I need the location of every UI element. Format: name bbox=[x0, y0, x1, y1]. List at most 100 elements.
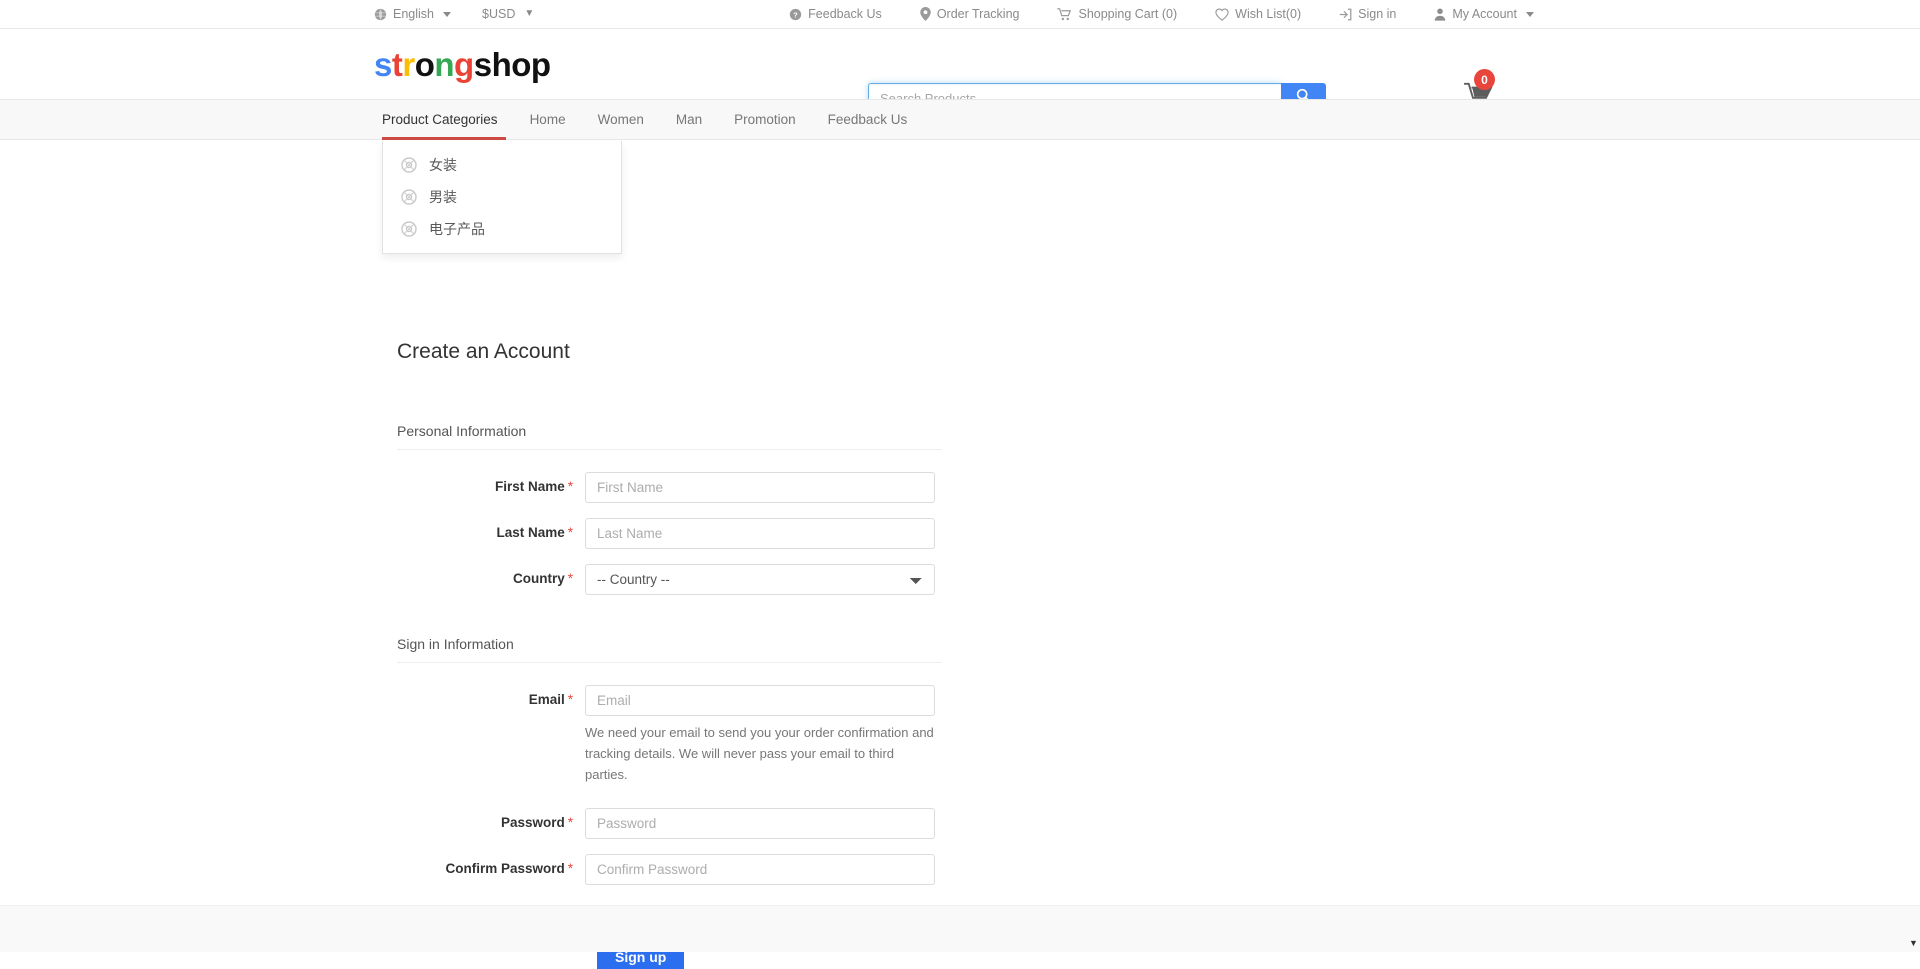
required-marker: * bbox=[568, 861, 573, 876]
shopping-cart-link[interactable]: Shopping Cart (0) bbox=[1057, 7, 1177, 21]
dropdown-item-men-clothing[interactable]: 男装 bbox=[383, 181, 621, 213]
chevron-down-icon bbox=[443, 12, 451, 17]
form-row-password: Password* bbox=[397, 808, 942, 839]
form-row-email: Email* We need your email to send you yo… bbox=[397, 685, 942, 785]
globe-icon bbox=[374, 8, 387, 21]
my-account-label: My Account bbox=[1452, 7, 1517, 21]
last-name-label: Last Name * bbox=[397, 518, 585, 540]
dropdown-item-label: 女装 bbox=[429, 155, 457, 175]
first-name-label: First Name* bbox=[397, 472, 585, 494]
dropdown-item-women-clothing[interactable]: 女装 bbox=[383, 149, 621, 181]
question-circle-icon: ? bbox=[789, 8, 802, 21]
logo-letter-0: s bbox=[374, 46, 392, 83]
logo-letter-9: p bbox=[531, 46, 551, 83]
nav-label: Product Categories bbox=[382, 112, 498, 127]
email-help-text: We need your email to send you your orde… bbox=[585, 723, 935, 785]
logo-letter-2: r bbox=[402, 46, 414, 83]
heart-icon bbox=[1215, 8, 1229, 21]
product-categories-dropdown: 女装 男装 电子产品 bbox=[382, 141, 622, 254]
logo-letter-8: o bbox=[511, 46, 531, 83]
nav-item-product-categories[interactable]: Product Categories bbox=[374, 100, 514, 139]
nav-label: Feedback Us bbox=[828, 112, 908, 127]
nav-item-home[interactable]: Home bbox=[514, 100, 582, 139]
topbar-right-group: ? Feedback Us Order Tracking Shopping Ca… bbox=[789, 7, 1534, 21]
sign-in-link[interactable]: Sign in bbox=[1339, 7, 1396, 21]
svg-text:?: ? bbox=[793, 10, 798, 19]
email-input[interactable] bbox=[585, 685, 935, 716]
cart-icon bbox=[1057, 8, 1072, 21]
form-row-country: Country* -- Country -- bbox=[397, 564, 942, 595]
order-tracking-link[interactable]: Order Tracking bbox=[920, 7, 1020, 21]
registration-form: Personal Information First Name* Last Na… bbox=[397, 423, 942, 969]
required-marker: * bbox=[568, 815, 573, 830]
email-field-wrap: We need your email to send you your orde… bbox=[585, 685, 942, 785]
currency-selector[interactable]: $USD ▼ bbox=[482, 7, 534, 21]
label-text: Country bbox=[513, 571, 565, 586]
broken-image-icon bbox=[401, 189, 417, 205]
confirm-password-field-wrap bbox=[585, 854, 942, 885]
sign-in-label: Sign in bbox=[1358, 7, 1396, 21]
broken-image-icon bbox=[401, 157, 417, 173]
label-text: Email bbox=[529, 692, 565, 707]
my-account-menu[interactable]: My Account bbox=[1434, 7, 1534, 21]
page-content: Create an Account Personal Information F… bbox=[0, 140, 1920, 952]
dropdown-item-electronics[interactable]: 电子产品 bbox=[383, 213, 621, 245]
password-input[interactable] bbox=[585, 808, 935, 839]
dropdown-item-label: 电子产品 bbox=[429, 219, 485, 239]
topbar-left-group: English $USD ▼ bbox=[374, 7, 534, 21]
form-row-confirm-password: Confirm Password* bbox=[397, 854, 942, 885]
first-name-field-wrap bbox=[585, 472, 942, 503]
logo-letter-4: n bbox=[434, 46, 454, 83]
required-marker: * bbox=[568, 571, 573, 586]
wish-list-link[interactable]: Wish List(0) bbox=[1215, 7, 1301, 21]
last-name-input[interactable] bbox=[585, 518, 935, 549]
cart-count-badge: 0 bbox=[1474, 69, 1495, 90]
user-icon bbox=[1434, 8, 1446, 21]
confirm-password-input[interactable] bbox=[585, 854, 935, 885]
last-name-field-wrap bbox=[585, 518, 942, 549]
feedback-us-link[interactable]: ? Feedback Us bbox=[789, 7, 882, 21]
top-utility-bar: English $USD ▼ ? Feedback Us Order Track… bbox=[0, 0, 1920, 29]
country-label: Country* bbox=[397, 564, 585, 586]
scroll-marker-icon: ▼ bbox=[1909, 939, 1918, 948]
password-field-wrap bbox=[585, 808, 942, 839]
section-heading-signin-information: Sign in Information bbox=[397, 636, 942, 663]
nav-label: Women bbox=[598, 112, 644, 127]
required-marker: * bbox=[568, 479, 573, 494]
language-selector[interactable]: English bbox=[374, 7, 451, 21]
confirm-password-label: Confirm Password* bbox=[397, 854, 585, 876]
email-label: Email* bbox=[397, 685, 585, 707]
main-navigation: Product Categories Home Women Man Promot… bbox=[0, 99, 1920, 140]
map-pin-icon bbox=[920, 7, 931, 21]
country-field-wrap: -- Country -- bbox=[585, 564, 942, 595]
required-marker: * bbox=[568, 525, 573, 540]
site-header: strongshop 0 Cart bbox=[0, 29, 1920, 99]
section-heading-personal-information: Personal Information bbox=[397, 423, 942, 450]
label-text: First Name bbox=[495, 479, 565, 494]
logo-letter-7: h bbox=[492, 46, 512, 83]
nav-label: Promotion bbox=[734, 112, 796, 127]
broken-image-icon bbox=[401, 221, 417, 237]
caret-down-icon: ▼ bbox=[524, 9, 534, 19]
nav-item-promotion[interactable]: Promotion bbox=[718, 100, 812, 139]
logo-letter-3: o bbox=[415, 46, 435, 83]
form-row-last-name: Last Name * bbox=[397, 518, 942, 549]
currency-label: $USD bbox=[482, 7, 515, 21]
first-name-input[interactable] bbox=[585, 472, 935, 503]
country-select[interactable]: -- Country -- bbox=[585, 564, 935, 595]
chevron-down-icon bbox=[1526, 12, 1534, 17]
page-title: Create an Account bbox=[397, 340, 570, 364]
site-logo[interactable]: strongshop bbox=[374, 48, 551, 81]
feedback-us-label: Feedback Us bbox=[808, 7, 882, 21]
nav-label: Home bbox=[530, 112, 566, 127]
language-label: English bbox=[393, 7, 434, 21]
order-tracking-label: Order Tracking bbox=[937, 7, 1020, 21]
nav-item-man[interactable]: Man bbox=[660, 100, 718, 139]
logo-letter-6: s bbox=[474, 46, 492, 83]
nav-item-women[interactable]: Women bbox=[582, 100, 660, 139]
label-text: Last Name bbox=[496, 525, 564, 540]
sign-in-icon bbox=[1339, 8, 1352, 21]
page-footer: ▼ bbox=[0, 905, 1920, 952]
nav-item-feedback-us[interactable]: Feedback Us bbox=[812, 100, 924, 139]
nav-items: Product Categories Home Women Man Promot… bbox=[374, 100, 1920, 139]
